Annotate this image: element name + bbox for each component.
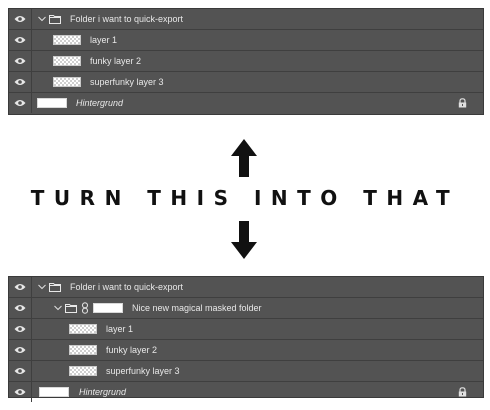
chevron-down-icon[interactable]: [53, 303, 63, 313]
folder-icon: [65, 304, 77, 313]
eye-icon: [14, 347, 26, 353]
eye-icon: [14, 326, 26, 332]
visibility-toggle[interactable]: [9, 93, 32, 113]
layer-name: Hintergrund: [79, 387, 127, 397]
arrow-up-icon: [231, 139, 257, 177]
layer-row-group-masked-folder[interactable]: Nice new magical masked folder: [9, 298, 483, 319]
eye-icon: [14, 389, 26, 395]
layer-row-group-folder[interactable]: Folder i want to quick-export: [9, 277, 483, 298]
layer-thumbnail: [37, 98, 67, 108]
layer-row[interactable]: funky layer 2: [9, 51, 483, 72]
layer-name: funky layer 2: [90, 56, 142, 66]
eye-icon: [14, 305, 26, 311]
visibility-toggle[interactable]: [9, 319, 32, 339]
layer-name: Folder i want to quick-export: [70, 282, 184, 292]
layers-panel-before: Folder i want to quick-export layer 1 fu…: [8, 8, 484, 115]
layer-row[interactable]: layer 1: [9, 319, 483, 340]
eye-icon: [14, 16, 26, 22]
visibility-toggle[interactable]: [9, 9, 32, 29]
layer-name: superfunky layer 3: [90, 77, 164, 87]
visibility-toggle[interactable]: [9, 340, 32, 360]
arrow-down-icon: [231, 221, 257, 259]
layer-name: Folder i want to quick-export: [70, 14, 184, 24]
lock-icon: [458, 387, 467, 397]
mask-thumbnail[interactable]: [93, 303, 123, 313]
layer-thumbnail: [53, 77, 81, 87]
eye-icon: [14, 284, 26, 290]
caption-text: TURN THIS INTO THAT: [30, 186, 460, 210]
visibility-toggle[interactable]: [9, 361, 32, 381]
layer-name: superfunky layer 3: [106, 366, 180, 376]
visibility-toggle[interactable]: [9, 51, 32, 71]
layer-thumbnail: [53, 35, 81, 45]
layer-thumbnail: [69, 324, 97, 334]
layers-panel-after: Folder i want to quick-export Nice new m…: [8, 276, 484, 402]
layer-thumbnail: [69, 345, 97, 355]
folder-icon: [49, 15, 61, 24]
layer-row-background[interactable]: Hintergrund: [9, 382, 483, 402]
layer-name: Nice new magical masked folder: [132, 303, 262, 313]
layer-name: Hintergrund: [76, 98, 124, 108]
visibility-toggle[interactable]: [9, 382, 32, 402]
layer-name: funky layer 2: [106, 345, 158, 355]
layer-name: layer 1: [90, 35, 118, 45]
layer-row[interactable]: superfunky layer 3: [9, 361, 483, 382]
layer-thumbnail: [53, 56, 81, 66]
eye-icon: [14, 79, 26, 85]
visibility-toggle[interactable]: [9, 30, 32, 50]
eye-icon: [14, 58, 26, 64]
eye-icon: [14, 37, 26, 43]
layer-thumbnail: [69, 366, 97, 376]
lock-icon: [458, 98, 467, 108]
folder-icon: [49, 283, 61, 292]
layer-name: layer 1: [106, 324, 134, 334]
chain-link-icon[interactable]: [81, 302, 89, 314]
layer-row[interactable]: layer 1: [9, 30, 483, 51]
layer-row-group-folder[interactable]: Folder i want to quick-export: [9, 9, 483, 30]
chevron-down-icon[interactable]: [37, 14, 47, 24]
layer-row[interactable]: superfunky layer 3: [9, 72, 483, 93]
eye-icon: [14, 100, 26, 106]
visibility-toggle[interactable]: [9, 298, 32, 318]
chevron-down-icon[interactable]: [37, 282, 47, 292]
layer-thumbnail: [39, 387, 69, 397]
layer-row-background[interactable]: Hintergrund: [9, 93, 483, 113]
visibility-toggle[interactable]: [9, 72, 32, 92]
layer-row[interactable]: funky layer 2: [9, 340, 483, 361]
eye-icon: [14, 368, 26, 374]
visibility-toggle[interactable]: [9, 277, 32, 297]
